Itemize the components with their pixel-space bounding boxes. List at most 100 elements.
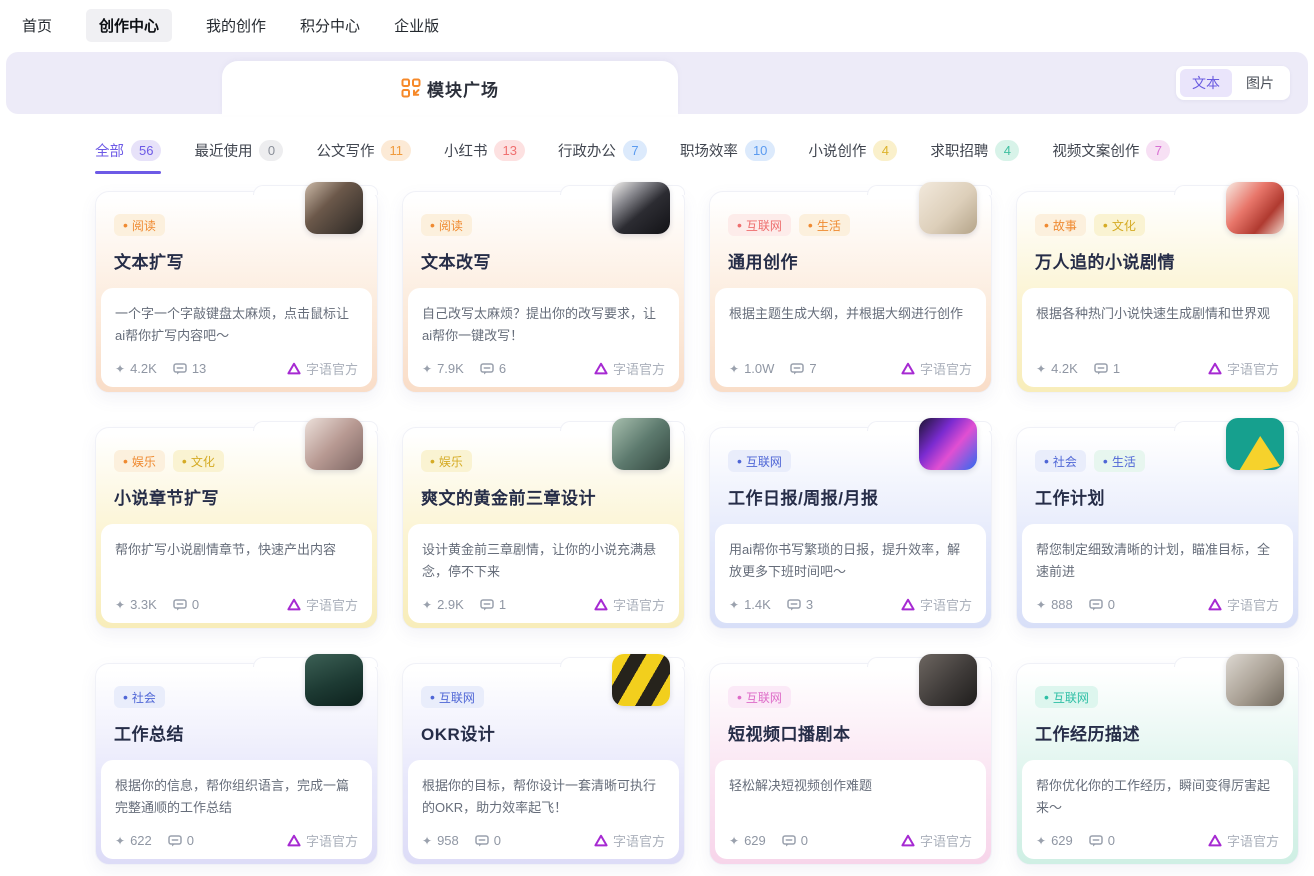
card-description: 根据你的信息，帮你组织语言，完成一篇完整通顺的工作总结 bbox=[115, 775, 358, 819]
template-card[interactable]: •社会•生活 工作计划 帮您制定细致清晰的计划，瞄准目标，全速前进 ✦ 888 bbox=[1016, 417, 1299, 629]
card-description: 轻松解决短视频创作难题 bbox=[729, 775, 972, 797]
usage-count-icon: ✦ bbox=[422, 834, 432, 848]
publisher-logo-icon bbox=[1208, 362, 1222, 375]
nav-item-3[interactable]: 我的创作 bbox=[206, 15, 266, 36]
filter-label: 最近使用 bbox=[194, 140, 252, 161]
template-card[interactable]: •阅读 文本改写 自己改写太麻烦？提出你的改写要求，让ai帮你一键改写！ ✦ 7… bbox=[402, 181, 685, 393]
template-card[interactable]: •社会 工作总结 根据你的信息，帮你组织语言，完成一篇完整通顺的工作总结 ✦ 6… bbox=[95, 653, 378, 865]
template-card[interactable]: •互联网 工作经历描述 帮你优化你的工作经历，瞬间变得厉害起来～ ✦ 629 bbox=[1016, 653, 1299, 865]
category-filter-bar: 全部56 最近使用 0 公文写作 11 小红书 13 行政办公7 职场效率10 小说创作4 求职招聘… bbox=[95, 140, 1314, 163]
card-title: 工作总结 bbox=[114, 720, 359, 745]
card-title: OKR设计 bbox=[421, 720, 666, 745]
filter-tab-8[interactable]: 求职招聘 4 bbox=[930, 140, 1019, 163]
publisher-logo-icon bbox=[287, 362, 301, 375]
card-title: 工作计划 bbox=[1035, 484, 1280, 509]
filter-tab-2[interactable]: 最近使用 0 bbox=[194, 140, 283, 163]
card-description: 自己改写太麻烦？提出你的改写要求，让ai帮你一键改写！ bbox=[422, 303, 665, 347]
card-tag: •生活 bbox=[1094, 450, 1145, 472]
nav-item-5[interactable]: 企业版 bbox=[394, 15, 439, 36]
card-description: 一个字一个字敲键盘太麻烦，点击鼠标让ai帮你扩写内容吧～ bbox=[115, 303, 358, 347]
filter-tab-4[interactable]: 小红书 13 bbox=[444, 140, 525, 163]
filter-label: 小红书 bbox=[444, 140, 488, 161]
filter-count-badge: 4 bbox=[995, 140, 1019, 161]
filter-tab-1[interactable]: 全部56 bbox=[95, 140, 161, 163]
card-title: 小说章节扩写 bbox=[114, 484, 359, 509]
card-title: 万人追的小说剧情 bbox=[1035, 248, 1280, 273]
top-nav: 首页 创作中心 我的创作 积分中心 企业版 bbox=[0, 0, 1314, 50]
card-tag: •互联网 bbox=[728, 450, 791, 472]
comment-icon bbox=[1094, 363, 1108, 375]
publisher-logo-icon bbox=[594, 362, 608, 375]
template-card[interactable]: •娱乐 爽文的黄金前三章设计 设计黄金前三章剧情，让你的小说充满悬念，停不下来 … bbox=[402, 417, 685, 629]
card-title: 通用创作 bbox=[728, 248, 973, 273]
publisher-name: 字语官方 bbox=[920, 359, 972, 378]
filter-tab-7[interactable]: 小说创作4 bbox=[808, 140, 897, 163]
nav-item-4[interactable]: 积分中心 bbox=[300, 15, 360, 36]
card-footer: ✦ 629 0 bbox=[729, 831, 972, 850]
card-footer: ✦ 4.2K 13 bbox=[115, 359, 358, 378]
usage-count: 4.2K bbox=[1051, 361, 1078, 376]
template-card[interactable]: •娱乐•文化 小说章节扩写 帮你扩写小说剧情章节，快速产出内容 ✦ 3.3K bbox=[95, 417, 378, 629]
card-body-panel: 根据各种热门小说快速生成剧情和世界观 ✦ 4.2K bbox=[1022, 288, 1293, 387]
filter-count-badge: 13 bbox=[494, 140, 524, 161]
template-card[interactable]: •互联网•生活 通用创作 根据主题生成大纲，并根据大纲进行创作 ✦ 1.0W bbox=[709, 181, 992, 393]
filter-label: 求职招聘 bbox=[930, 140, 988, 161]
card-tag: •文化 bbox=[173, 450, 224, 472]
filter-tab-5[interactable]: 行政办公7 bbox=[558, 140, 647, 163]
template-card[interactable]: •互联网 工作日报/周报/月报 用ai帮你书写繁琐的日报，提升效率，解放更多下班… bbox=[709, 417, 992, 629]
nav-item-2[interactable]: 创作中心 bbox=[86, 9, 172, 42]
card-title: 短视频口播剧本 bbox=[728, 720, 973, 745]
comment-count: 0 bbox=[494, 833, 501, 848]
card-thumbnail bbox=[305, 418, 363, 470]
filter-count-badge: 11 bbox=[381, 140, 411, 161]
card-thumbnail bbox=[305, 182, 363, 234]
card-title: 工作经历描述 bbox=[1035, 720, 1280, 745]
toggle-image-button[interactable]: 图片 bbox=[1234, 69, 1286, 97]
usage-count: 2.9K bbox=[437, 597, 464, 612]
card-body-panel: 轻松解决短视频创作难题 ✦ 629 bbox=[715, 760, 986, 859]
publisher-logo-icon bbox=[901, 598, 915, 611]
card-footer: ✦ 1.4K 3 bbox=[729, 595, 972, 614]
card-footer: ✦ 3.3K 0 bbox=[115, 595, 358, 614]
card-thumbnail bbox=[612, 418, 670, 470]
filter-label: 公文写作 bbox=[316, 140, 374, 161]
filter-tab-9[interactable]: 视频文案创作7 bbox=[1052, 140, 1170, 163]
comment-icon bbox=[1089, 835, 1103, 847]
card-thumbnail bbox=[612, 654, 670, 706]
filter-count-badge: 0 bbox=[259, 140, 283, 161]
comment-count: 7 bbox=[809, 361, 816, 376]
card-footer: ✦ 2.9K 1 bbox=[422, 595, 665, 614]
publisher-logo-icon bbox=[594, 834, 608, 847]
nav-item-1[interactable]: 首页 bbox=[22, 15, 52, 36]
card-description: 根据各种热门小说快速生成剧情和世界观 bbox=[1036, 303, 1279, 325]
comment-icon bbox=[173, 599, 187, 611]
publisher-name: 字语官方 bbox=[613, 595, 665, 614]
card-body-panel: 一个字一个字敲键盘太麻烦，点击鼠标让ai帮你扩写内容吧～ ✦ 4.2K bbox=[101, 288, 372, 387]
comment-icon bbox=[790, 363, 804, 375]
toggle-text-button[interactable]: 文本 bbox=[1180, 69, 1232, 97]
publisher-name: 字语官方 bbox=[613, 359, 665, 378]
usage-count: 7.9K bbox=[437, 361, 464, 376]
filter-tab-3[interactable]: 公文写作 11 bbox=[316, 140, 411, 163]
card-footer: ✦ 1.0W 7 bbox=[729, 359, 972, 378]
template-card[interactable]: •阅读 文本扩写 一个字一个字敲键盘太麻烦，点击鼠标让ai帮你扩写内容吧～ ✦ … bbox=[95, 181, 378, 393]
publisher-logo-icon bbox=[287, 834, 301, 847]
card-body-panel: 设计黄金前三章剧情，让你的小说充满悬念，停不下来 ✦ 2.9K bbox=[408, 524, 679, 623]
card-tag: •社会 bbox=[114, 686, 165, 708]
template-card[interactable]: •互联网 短视频口播剧本 轻松解决短视频创作难题 ✦ 629 bbox=[709, 653, 992, 865]
comment-count: 13 bbox=[192, 361, 206, 376]
comment-icon bbox=[480, 363, 494, 375]
usage-count-icon: ✦ bbox=[422, 362, 432, 376]
template-card[interactable]: •互联网 OKR设计 根据你的目标，帮你设计一套清晰可执行的OKR，助力效率起飞… bbox=[402, 653, 685, 865]
card-footer: ✦ 622 0 bbox=[115, 831, 358, 850]
filter-label: 职场效率 bbox=[680, 140, 738, 161]
card-thumbnail bbox=[1226, 418, 1284, 470]
publisher-logo-icon bbox=[1208, 598, 1222, 611]
publisher-logo-icon bbox=[287, 598, 301, 611]
module-plaza-tab[interactable]: 模块广场 bbox=[222, 61, 678, 115]
card-description: 帮你扩写小说剧情章节，快速产出内容 bbox=[115, 539, 358, 561]
card-tag: •生活 bbox=[799, 214, 850, 236]
filter-tab-6[interactable]: 职场效率10 bbox=[680, 140, 775, 163]
usage-count: 622 bbox=[130, 833, 152, 848]
template-card[interactable]: •故事•文化 万人追的小说剧情 根据各种热门小说快速生成剧情和世界观 ✦ 4.2… bbox=[1016, 181, 1299, 393]
